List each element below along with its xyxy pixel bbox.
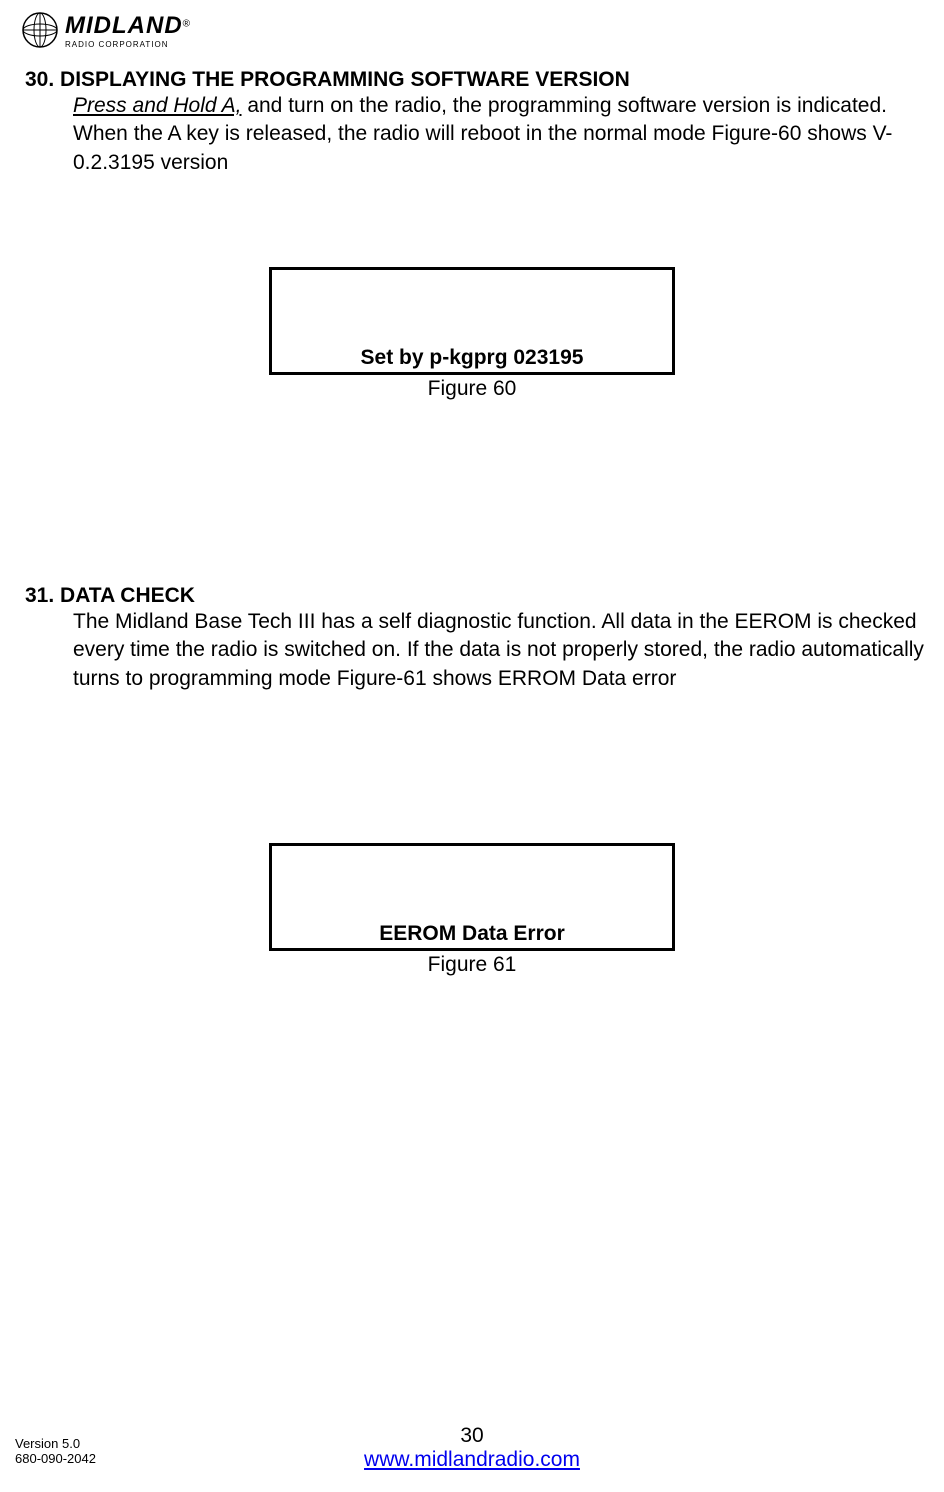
globe-icon (20, 10, 60, 50)
logo-text-block: MIDLAND® RADIO CORPORATION (65, 12, 190, 49)
section-30-body: Press and Hold A, and turn on the radio,… (0, 92, 944, 177)
figure-61-caption: Figure 61 (0, 953, 944, 977)
figure-61-display: EEROM Data Error (269, 843, 675, 951)
footer: 30 www.midlandradio.com Version 5.0 680-… (0, 1424, 944, 1472)
section-31-heading: 31. DATA CHECK (0, 584, 944, 608)
trademark-icon: ® (183, 18, 190, 29)
figure-60-display: Set by p-kgprg 023195 (269, 267, 675, 375)
figure-60-text: Set by p-kgprg 023195 (361, 346, 584, 370)
footer-version-block: Version 5.0 680-090-2042 (15, 1436, 96, 1467)
press-hold-text: Press and Hold A, (73, 94, 241, 117)
figure-61-text: EEROM Data Error (379, 922, 565, 946)
section-31-body: The Midland Base Tech III has a self dia… (0, 608, 944, 693)
logo-main-text: MIDLAND® (65, 12, 190, 40)
logo-brand: MIDLAND (65, 12, 183, 39)
page-number: 30 (0, 1424, 944, 1448)
figure-60-caption: Figure 60 (0, 377, 944, 401)
footer-part-number: 680-090-2042 (15, 1451, 96, 1467)
footer-version: Version 5.0 (15, 1436, 96, 1452)
section-30-heading: 30. DISPLAYING THE PROGRAMMING SOFTWARE … (0, 68, 944, 92)
footer-link[interactable]: www.midlandradio.com (364, 1448, 580, 1471)
logo-header: MIDLAND® RADIO CORPORATION (0, 0, 944, 60)
logo-subtitle: RADIO CORPORATION (65, 40, 190, 49)
